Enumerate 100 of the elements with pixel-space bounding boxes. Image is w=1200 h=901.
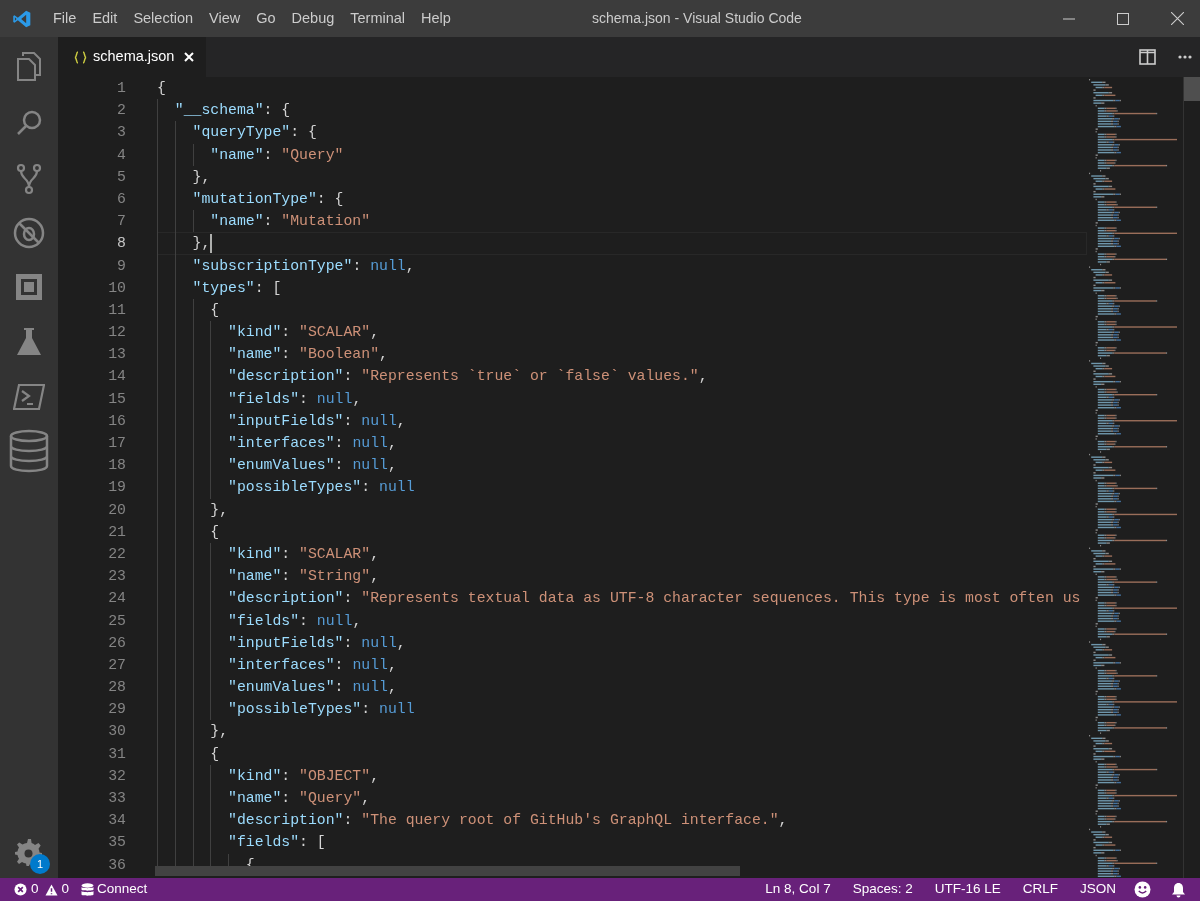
- search-icon[interactable]: [15, 109, 43, 137]
- code-line: "inputFields": null,: [228, 634, 406, 651]
- line-number: 26: [108, 634, 126, 651]
- cursor-position[interactable]: Ln 8, Col 7: [765, 879, 831, 900]
- line-number: 22: [108, 545, 126, 562]
- source-control-icon[interactable]: [16, 163, 42, 195]
- code-line: "enumValues": null,: [228, 457, 397, 474]
- menu-item[interactable]: Edit: [85, 7, 125, 30]
- code-line: },: [210, 723, 229, 740]
- code-line: "name": "String",: [228, 568, 380, 585]
- flask-icon[interactable]: [16, 327, 42, 357]
- line-ending-setting[interactable]: CRLF: [1022, 879, 1058, 900]
- line-number: 25: [108, 612, 126, 629]
- warning-icon[interactable]: [44, 883, 58, 896]
- line-number: 20: [108, 501, 126, 518]
- code-line: "possibleTypes": null: [228, 701, 415, 718]
- line-number: 3: [117, 124, 126, 141]
- smiley-icon[interactable]: [1134, 881, 1151, 898]
- line-number: 33: [108, 790, 126, 806]
- code-line: "fields": null,: [228, 612, 362, 629]
- line-number: 17: [108, 435, 126, 451]
- line-number: 27: [108, 656, 126, 673]
- error-icon[interactable]: [14, 883, 27, 896]
- text-cursor: [210, 233, 213, 253]
- debug-icon[interactable]: [13, 217, 45, 249]
- close-icon[interactable]: [1170, 12, 1184, 25]
- line-number: 11: [108, 301, 126, 318]
- line-number: 28: [108, 679, 126, 696]
- line-number: 30: [108, 723, 126, 740]
- encoding-setting[interactable]: UTF-16 LE: [934, 879, 1001, 900]
- line-number: 12: [108, 324, 126, 341]
- line-number: 34: [108, 812, 126, 829]
- line-number: 6: [117, 190, 126, 207]
- json-file-icon: [74, 50, 87, 64]
- line-number: 23: [108, 568, 126, 585]
- error-count[interactable]: 0: [31, 879, 39, 900]
- line-number: 36: [108, 856, 126, 873]
- extensions-icon[interactable]: [15, 273, 43, 301]
- files-icon[interactable]: [15, 51, 43, 81]
- split-editor-icon[interactable]: [1139, 49, 1156, 65]
- menu-item[interactable]: View: [202, 7, 248, 30]
- code-line: "subscriptionType": null,: [192, 257, 415, 274]
- code-line: },: [210, 501, 229, 518]
- menu-item[interactable]: Terminal: [343, 7, 413, 30]
- code-line: "mutationType": {: [192, 190, 344, 207]
- code-line: "fields": null,: [228, 390, 362, 407]
- menu-item[interactable]: Go: [249, 7, 283, 30]
- code-line: "description": "Represents `true` or `false` values.",: [228, 368, 708, 385]
- line-number: 9: [117, 257, 126, 274]
- code-line: "interfaces": null,: [228, 435, 397, 451]
- code-line: "name": "Boolean",: [228, 346, 388, 363]
- code-line: "types": [: [192, 279, 282, 296]
- connect-button[interactable]: Connect: [97, 879, 148, 900]
- menu-item[interactable]: Debug: [284, 7, 342, 30]
- code-line: "__schema": {: [174, 102, 291, 119]
- code-line: "kind": "SCALAR",: [228, 324, 380, 341]
- code-line: {: [210, 301, 220, 318]
- code-line: {: [210, 745, 220, 762]
- line-number: 32: [108, 767, 126, 784]
- code-line: "inputFields": null,: [228, 412, 406, 429]
- line-number: 14: [108, 368, 126, 385]
- app-logo-icon: [12, 8, 32, 29]
- window-title: schema.json - Visual Studio Code: [592, 9, 802, 28]
- notification-badge: 1: [30, 854, 50, 874]
- line-number: 31: [108, 745, 126, 762]
- line-number: 10: [108, 279, 126, 296]
- database-icon[interactable]: [81, 882, 95, 897]
- bell-icon[interactable]: [1171, 881, 1186, 898]
- code-line: "description": "Represents textual data as UTF-8 character sequences. This type is most often us: [228, 590, 1081, 607]
- line-number: 29: [108, 701, 126, 718]
- menu-item[interactable]: File: [46, 7, 84, 30]
- more-actions-icon[interactable]: [1178, 55, 1192, 59]
- code-line: "name": "Mutation": [210, 213, 371, 230]
- line-number: 15: [108, 390, 126, 407]
- line-number: 7: [117, 213, 126, 230]
- code-line: },: [192, 168, 211, 185]
- line-number: 16: [108, 412, 126, 429]
- language-mode[interactable]: JSON: [1080, 879, 1116, 900]
- vertical-scrollbar[interactable]: [1183, 77, 1200, 878]
- code-line: "name": "Query",: [228, 790, 371, 806]
- line-number: 2: [117, 102, 126, 119]
- line-number: 21: [108, 523, 126, 540]
- terminal-icon[interactable]: [13, 383, 45, 411]
- code-line: "enumValues": null,: [228, 679, 397, 696]
- line-number: 18: [108, 457, 126, 474]
- line-number: 19: [108, 479, 126, 496]
- tab-label[interactable]: schema.json: [93, 46, 175, 68]
- menu-item[interactable]: Help: [414, 7, 458, 30]
- code-line: "fields": [: [228, 834, 326, 851]
- code-line: "name": "Query": [210, 146, 344, 163]
- warning-count[interactable]: 0: [61, 879, 70, 900]
- editor-tab[interactable]: schema.json: [58, 37, 206, 77]
- maximize-icon[interactable]: [1117, 12, 1129, 25]
- code-line: "description": "The query root of GitHub's GraphQL interface.",: [228, 812, 788, 829]
- line-number: 35: [108, 834, 126, 851]
- line-number: 8: [117, 235, 126, 252]
- horizontal-scrollbar[interactable]: [155, 866, 740, 876]
- code-line: "interfaces": null,: [228, 656, 397, 673]
- menu-item[interactable]: Selection: [126, 7, 201, 30]
- indentation-setting[interactable]: Spaces: 2: [852, 879, 913, 900]
